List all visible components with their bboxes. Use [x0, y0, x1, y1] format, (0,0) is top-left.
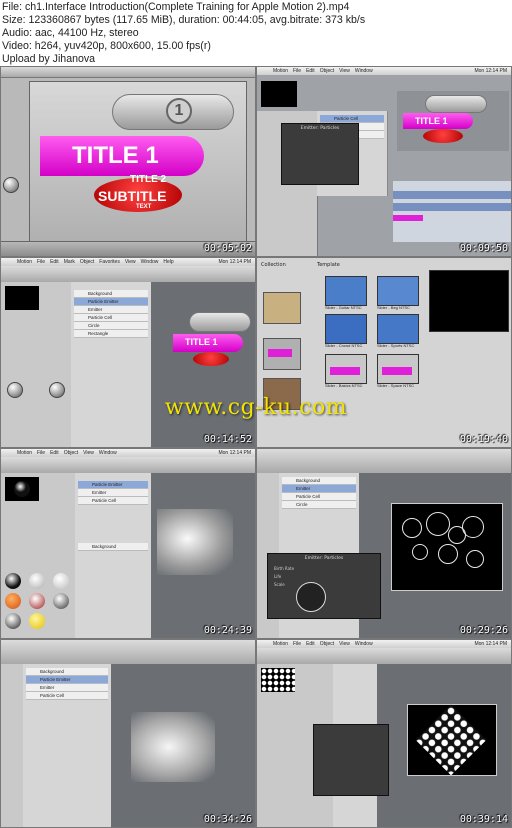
replicator-dialog[interactable]	[313, 724, 389, 796]
upload-line: Upload by Jihanova	[2, 53, 96, 65]
jog-knob-icon[interactable]	[3, 177, 19, 193]
timestamp: 00:39:14	[459, 814, 508, 825]
title-text: TITLE 1	[72, 142, 159, 169]
emitter-dialog[interactable]: Emitter: Particles Birth Rate Life Scale	[267, 553, 381, 619]
inspector-dialog[interactable]: Emitter: Particles	[281, 123, 359, 185]
timestamp: 00:09:50	[459, 243, 508, 254]
thumbnail-3[interactable]: Motion File Edit Mark Object Favorites View W…	[0, 257, 256, 448]
thumbnail-7[interactable]: Background Particle Emitter Emitter Part…	[0, 639, 256, 828]
timestamp: 00:24:39	[203, 625, 252, 636]
thumbnail-4[interactable]: Collection Template Slider - Guitar NTSC…	[256, 257, 512, 448]
video-line: Video: h264, yuv420p, 800x600, 15.00 fps…	[2, 40, 211, 52]
audio-line: Audio: aac, 44100 Hz, stereo	[2, 27, 139, 39]
canvas-area[interactable]: 1 TITLE 1 TITLE 2 SUBTITLE TEXT	[29, 81, 247, 243]
timestamp: 00:19:40	[459, 434, 508, 445]
menu-bar[interactable]: Motion File Edit Object View Window Mon 12:1…	[257, 67, 511, 75]
thumbnail-5[interactable]: Motion File Edit Object View Window Mon 12:1…	[0, 448, 256, 639]
thumbnail-1[interactable]: 1 TITLE 1 TITLE 2 SUBTITLE TEXT 00:05:02	[0, 66, 256, 257]
size-line: Size: 123360867 bytes (117.65 MiB), dura…	[2, 14, 366, 26]
title2-text: TITLE 2	[130, 174, 167, 185]
thumbnail-8[interactable]: Motion File Edit Object View Window Mon 12:1…	[256, 639, 512, 828]
thumbnail-6[interactable]: Background Emitter Particle Cell Circle …	[256, 448, 512, 639]
preview-window	[429, 270, 509, 332]
thumbnail-2[interactable]: Motion File Edit Object View Window Mon 12:1…	[256, 66, 512, 257]
video-info-header: File: ch1.Interface Introduction(Complet…	[0, 0, 512, 66]
clock: Mon 12:14 PM	[474, 68, 507, 74]
menu-bar[interactable]: Motion File Edit Mark Object Favorites View W…	[1, 258, 255, 266]
timestamp: 00:14:52	[203, 434, 252, 445]
file-line: File: ch1.Interface Introduction(Complet…	[2, 1, 350, 13]
timestamp: 00:34:26	[203, 814, 252, 825]
emission-dial-icon[interactable]	[296, 582, 326, 612]
preview-icon	[261, 81, 297, 107]
timeline[interactable]	[393, 181, 511, 242]
text-label: TEXT	[136, 204, 152, 210]
number-badge: 1	[166, 98, 192, 124]
subtitle-text: SUBTITLE	[98, 188, 167, 204]
timestamp: 00:05:02	[203, 243, 252, 254]
timestamp: 00:29:26	[459, 625, 508, 636]
